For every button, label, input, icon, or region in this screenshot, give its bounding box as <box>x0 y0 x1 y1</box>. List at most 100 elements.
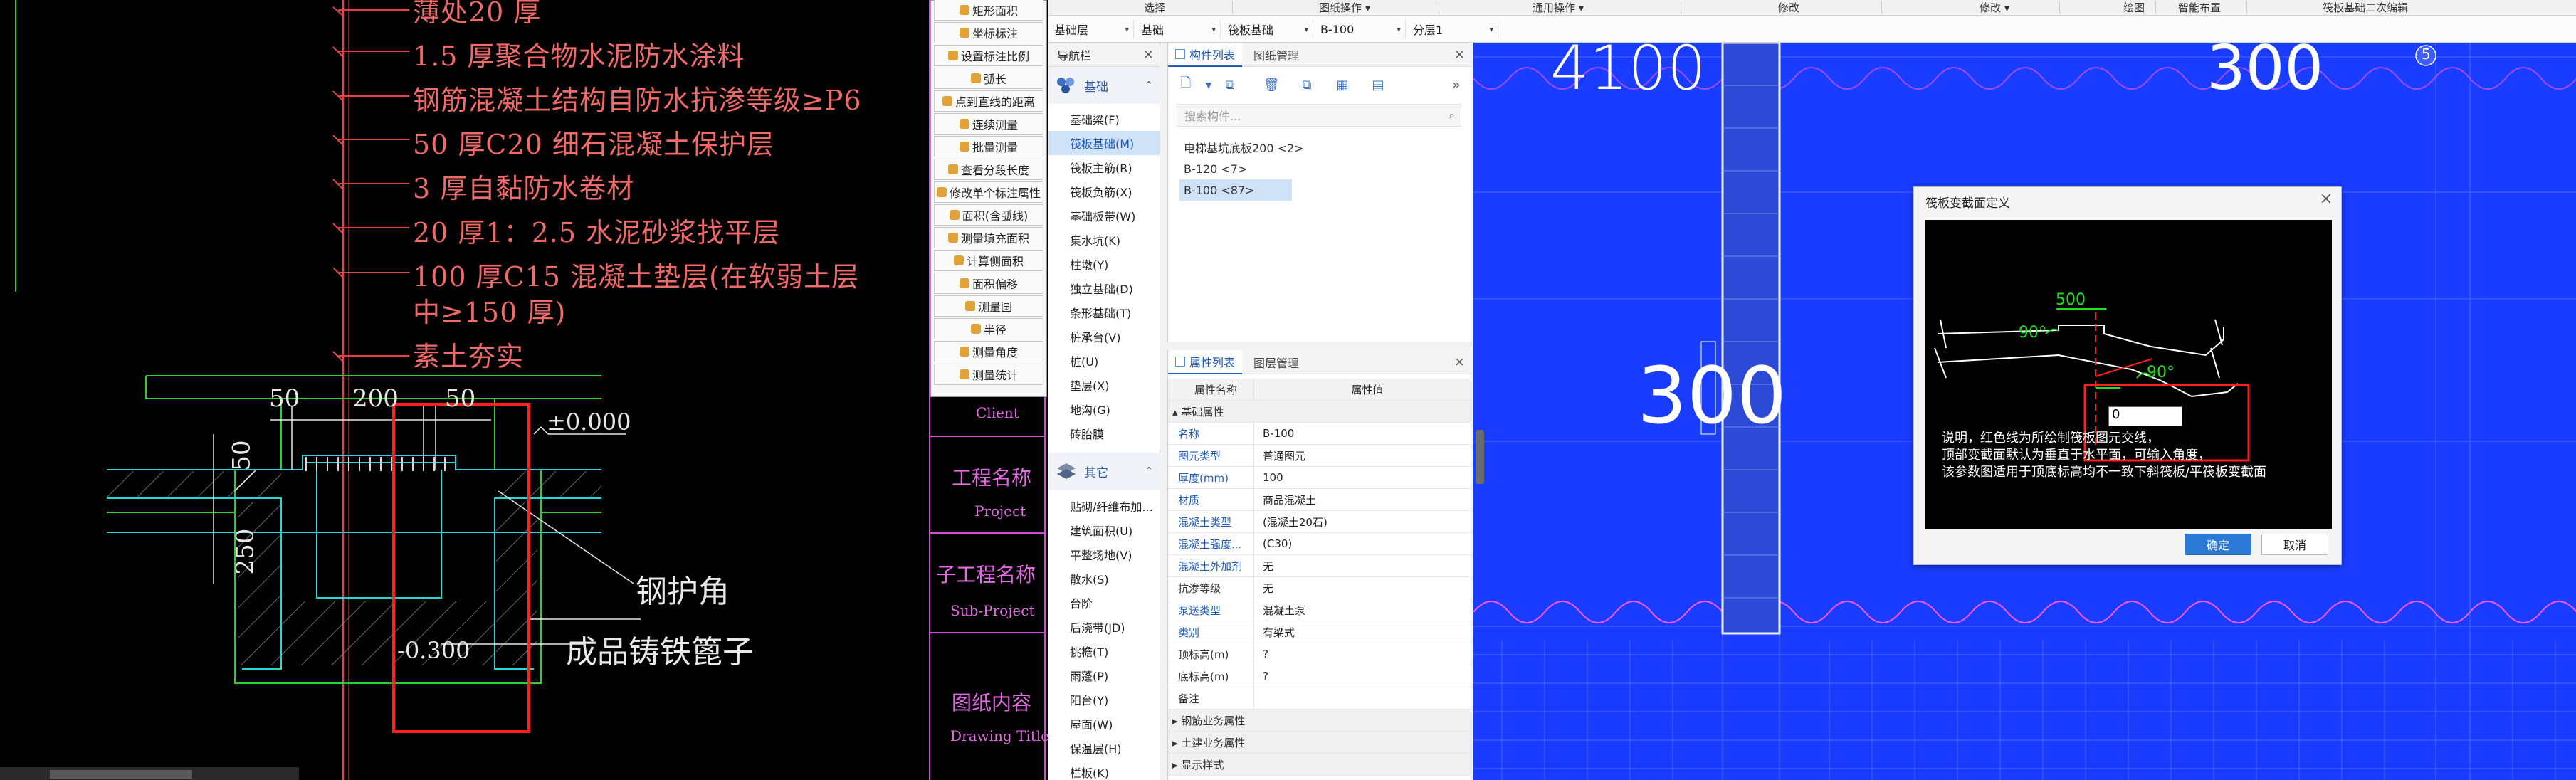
ribbon-group-common-ops[interactable]: 通用操作 ▾ <box>1533 0 1584 15</box>
nav-item-6[interactable]: 柱墩(Y) <box>1048 252 1160 276</box>
nav-other-4[interactable]: 台阶 <box>1048 591 1160 615</box>
ribbon-group-modify[interactable]: 修改 <box>1778 0 1799 15</box>
cad-drawing-area[interactable]: 薄处20 厚 1.5 厚聚合物水泥防水涂料 钢筋混凝土结构自防水抗渗等级≥P6 … <box>0 0 929 780</box>
close-icon[interactable]: × <box>1454 354 1465 369</box>
nav-item-1[interactable]: 筏板基础(M) <box>1048 131 1160 155</box>
property-row-material[interactable]: 材质 商品混凝土 <box>1168 489 1472 511</box>
property-row-concrete-strength[interactable]: 混凝土强度... (C30) <box>1168 533 1472 555</box>
nav-item-3[interactable]: 筏板负筋(X) <box>1048 179 1160 204</box>
delete-icon[interactable]: 🗑 <box>1261 74 1282 95</box>
filter-icon[interactable]: ▦ <box>1332 74 1353 95</box>
nav-item-10[interactable]: 桩(U) <box>1048 349 1160 373</box>
menu-item-area-offset[interactable]: 面积偏移 <box>934 273 1043 294</box>
menu-item-set-scale[interactable]: 设置标注比例 <box>934 45 1043 66</box>
property-row-name[interactable]: 名称 B-100 <box>1168 423 1472 445</box>
layer-select[interactable]: 分层1 ▾ <box>1410 20 1498 38</box>
nav-other-7[interactable]: 雨蓬(P) <box>1048 663 1160 687</box>
nav-other-1[interactable]: 建筑面积(U) <box>1048 518 1160 542</box>
close-icon[interactable]: × <box>1454 47 1465 62</box>
property-row-top-elevation[interactable]: 顶标高(m)? <box>1168 643 1472 665</box>
category-select[interactable]: 基础 ▾ <box>1138 20 1221 38</box>
layer-copy-icon[interactable]: ⧉ <box>1296 74 1318 95</box>
tab-drawing-management[interactable]: 图纸管理 <box>1246 43 1306 67</box>
menu-item-segment-length[interactable]: 查看分段长度 <box>934 159 1043 180</box>
menu-item-side-area[interactable]: 计算侧面积 <box>934 250 1043 271</box>
sort-icon[interactable]: ▤ <box>1367 74 1389 95</box>
property-section-rebar[interactable]: ▸ 钢筋业务属性 <box>1168 710 1472 732</box>
nav-item-11[interactable]: 垫层(X) <box>1048 373 1160 397</box>
property-row-category[interactable]: 类别 有梁式 <box>1168 621 1472 643</box>
more-icon[interactable]: » <box>1446 74 1467 95</box>
menu-item-measure-angle[interactable]: 测量角度 <box>934 341 1043 362</box>
tab-component-list[interactable]: 构件列表 <box>1168 43 1243 67</box>
component-item-0[interactable]: 电梯基坑底板200 <2> <box>1179 137 1308 158</box>
nav-item-13[interactable]: 砖胎膜 <box>1048 421 1160 446</box>
nav-group-other[interactable]: 其它 ⌃ <box>1048 453 1160 490</box>
nav-other-5[interactable]: 后浇带(JD) <box>1048 615 1160 639</box>
menu-item-radius[interactable]: 半径 <box>934 318 1043 339</box>
nav-other-2[interactable]: 平整场地(V) <box>1048 542 1160 566</box>
property-row-remarks[interactable]: 备注 <box>1168 687 1472 710</box>
property-row-pump-type[interactable]: 泵送类型 混凝土泵 <box>1168 599 1472 621</box>
menu-item-area-arc[interactable]: 面积(含弧线) <box>934 204 1043 226</box>
ribbon-group-draw[interactable]: 绘图 <box>2123 0 2145 15</box>
nav-item-2[interactable]: 筏板主筋(R) <box>1048 155 1160 179</box>
component-select[interactable]: B-100 ▾ <box>1318 20 1406 38</box>
property-row-element-type[interactable]: 图元类型 普通图元 <box>1168 445 1472 467</box>
menu-item-arc-length[interactable]: 弧长 <box>934 68 1043 89</box>
nav-other-6[interactable]: 挑檐(T) <box>1048 639 1160 663</box>
new-component-icon[interactable]: 🗋 <box>1175 74 1197 95</box>
cancel-button[interactable]: 取消 <box>2261 534 2328 555</box>
nav-other-8[interactable]: 阳台(Y) <box>1048 687 1160 712</box>
menu-item-measure-stats[interactable]: 测量统计 <box>934 364 1043 385</box>
ok-button[interactable]: 确定 <box>2185 534 2251 555</box>
ribbon-group-raft-edit[interactable]: 筏板基础二次编辑 <box>2323 0 2408 15</box>
ribbon-group-drawing-ops[interactable]: 图纸操作 ▾ <box>1319 0 1370 15</box>
property-row-admixture[interactable]: 混凝土外加剂无 <box>1168 555 1472 577</box>
nav-other-9[interactable]: 屋面(W) <box>1048 712 1160 736</box>
nav-other-10[interactable]: 保温层(H) <box>1048 736 1160 760</box>
panel-resize-handle[interactable] <box>1476 430 1484 484</box>
nav-other-3[interactable]: 散水(S) <box>1048 566 1160 591</box>
property-section-civil[interactable]: ▸ 土建业务属性 <box>1168 732 1472 754</box>
property-row-impermeability[interactable]: 抗渗等级无 <box>1168 577 1472 599</box>
menu-item-coordinate[interactable]: 坐标标注 <box>934 22 1043 43</box>
nav-other-0[interactable]: 贴砌/纤维布加... <box>1048 494 1160 518</box>
tab-property-list[interactable]: 属性列表 <box>1168 350 1243 374</box>
chevron-down-icon[interactable]: ▾ <box>1198 74 1219 95</box>
menu-item-fill-area[interactable]: 测量填充面积 <box>934 227 1043 248</box>
ribbon-group-select[interactable]: 选择 <box>1144 0 1165 15</box>
nav-item-7[interactable]: 独立基础(D) <box>1048 276 1160 300</box>
nav-item-5[interactable]: 集水坑(K) <box>1048 228 1160 252</box>
nav-item-9[interactable]: 桩承台(V) <box>1048 325 1160 349</box>
type-select[interactable]: 筏板基础 ▾ <box>1225 20 1313 38</box>
nav-other-11[interactable]: 栏板(K) <box>1048 760 1160 780</box>
property-section-display[interactable]: ▸ 显示样式 <box>1168 754 1472 776</box>
property-row-concrete-type[interactable]: 混凝土类型 (混凝土20石) <box>1168 511 1472 533</box>
property-row-bottom-elevation[interactable]: 底标高(m)? <box>1168 665 1472 687</box>
angle-input[interactable]: 0 <box>2108 406 2182 426</box>
nav-item-12[interactable]: 地沟(G) <box>1048 397 1160 421</box>
menu-item-rect-area[interactable]: 矩形面积 <box>934 0 1043 21</box>
copy-icon[interactable]: ⧉ <box>1219 74 1241 95</box>
menu-item-edit-annotation[interactable]: 修改单个标注属性 <box>934 181 1043 203</box>
tab-layer-management[interactable]: 图层管理 <box>1246 350 1306 374</box>
property-section-basic[interactable]: ▴ 基础属性 <box>1168 401 1472 423</box>
nav-group-foundation[interactable]: 基础 ⌃ <box>1048 67 1160 104</box>
menu-item-measure-circle[interactable]: 测量圆 <box>934 295 1043 317</box>
menu-item-point-line-distance[interactable]: 点到直线的距离 <box>934 90 1043 112</box>
close-icon[interactable]: × <box>2320 190 2333 208</box>
close-icon[interactable]: × <box>1143 47 1154 62</box>
menu-item-continuous-measure[interactable]: 连续测量 <box>934 113 1043 135</box>
ribbon-group-smart-layout[interactable]: 智能布置 <box>2178 0 2221 15</box>
nav-item-0[interactable]: 基础梁(F) <box>1048 107 1160 131</box>
nav-item-8[interactable]: 条形基础(T) <box>1048 300 1160 325</box>
floor-select[interactable]: 基础层 ▾ <box>1051 20 1134 38</box>
component-item-1[interactable]: B-120 <7> <box>1179 158 1251 179</box>
property-row-thickness[interactable]: 厚度(mm) 100 <box>1168 467 1472 489</box>
component-item-2[interactable]: B-100 <87> <box>1179 179 1292 201</box>
component-search-input[interactable]: 搜索构件... ⌕ <box>1177 104 1461 127</box>
ribbon-group-modify-2[interactable]: 修改 ▾ <box>1980 0 2009 15</box>
menu-item-batch-measure[interactable]: 批量测量 <box>934 136 1043 157</box>
nav-item-4[interactable]: 基础板带(W) <box>1048 204 1160 228</box>
